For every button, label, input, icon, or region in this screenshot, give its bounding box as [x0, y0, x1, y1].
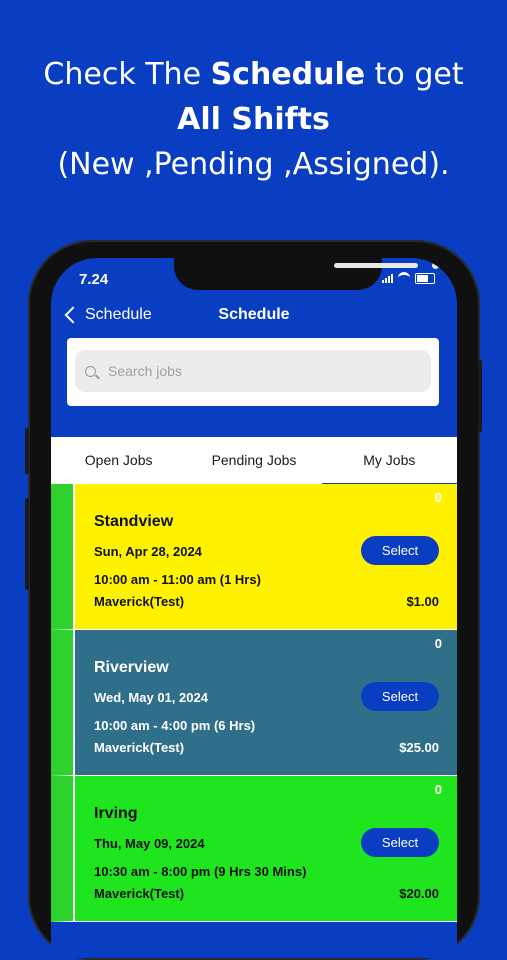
- promo-headline: Check The Schedule to get All Shifts (Ne…: [0, 52, 507, 187]
- job-card[interactable]: 0 Riverview Wed, May 01, 2024 10:00 am -…: [51, 630, 457, 776]
- job-client: Maverick(Test): [94, 740, 185, 755]
- select-button[interactable]: Select: [361, 828, 439, 857]
- speaker-icon: [334, 263, 418, 268]
- promo-line-2: All Shifts: [177, 102, 330, 137]
- status-time: 7.24: [79, 271, 109, 288]
- job-date: Wed, May 01, 2024: [94, 690, 208, 705]
- phone-side-button: [478, 360, 482, 432]
- card-divider: [73, 630, 75, 775]
- page-title: Schedule: [218, 306, 290, 323]
- job-count: 0: [434, 782, 442, 797]
- job-date: Sun, Apr 28, 2024: [94, 544, 202, 559]
- select-button[interactable]: Select: [361, 682, 439, 711]
- search-box[interactable]: [75, 350, 431, 392]
- job-client: Maverick(Test): [94, 886, 185, 901]
- phone-notch: [174, 258, 439, 290]
- status-icons: [382, 272, 435, 284]
- job-name: Riverview: [94, 659, 169, 676]
- job-client: Maverick(Test): [94, 594, 185, 609]
- job-card[interactable]: 0 Irving Thu, May 09, 2024 10:30 am - 8:…: [51, 776, 457, 922]
- job-date: Thu, May 09, 2024: [94, 836, 205, 851]
- tab-pending-jobs[interactable]: Pending Jobs: [186, 437, 321, 484]
- job-time: 10:00 am - 11:00 am (1 Hrs): [94, 572, 261, 587]
- job-name: Irving: [94, 805, 138, 822]
- tab-open-jobs[interactable]: Open Jobs: [51, 437, 186, 484]
- search-icon: [85, 365, 96, 377]
- job-name: Standview: [94, 513, 174, 530]
- job-tabs: Open Jobs Pending Jobs My Jobs: [51, 437, 457, 485]
- search-card: [67, 338, 439, 406]
- job-list: 0 Standview Sun, Apr 28, 2024 10:00 am -…: [51, 484, 457, 922]
- promo-line-3: (New ,Pending ,Assigned).: [57, 147, 450, 182]
- search-input[interactable]: [106, 362, 410, 380]
- battery-icon: [415, 272, 435, 284]
- job-time: 10:00 am - 4:00 pm (6 Hrs): [94, 718, 256, 733]
- job-count: 0: [434, 490, 442, 505]
- job-count: 0: [434, 636, 442, 651]
- phone-side-button: [25, 498, 29, 590]
- signal-icon: [382, 273, 393, 283]
- wifi-icon: [398, 272, 410, 284]
- select-button[interactable]: Select: [361, 536, 439, 565]
- job-card[interactable]: 0 Standview Sun, Apr 28, 2024 10:00 am -…: [51, 484, 457, 630]
- card-divider: [73, 484, 75, 629]
- job-price: $20.00: [399, 886, 439, 901]
- camera-icon: [432, 262, 439, 269]
- job-time: 10:30 am - 8:00 pm (9 Hrs 30 Mins): [94, 864, 307, 879]
- promo-line-1: Check The Schedule to get: [43, 57, 464, 92]
- phone-screen: 7.24 Schedule Schedule Open Jobs Pending…: [51, 258, 457, 958]
- job-price: $1.00: [406, 594, 439, 609]
- job-price: $25.00: [399, 740, 439, 755]
- tab-my-jobs[interactable]: My Jobs: [321, 437, 457, 485]
- phone-side-button: [25, 428, 29, 474]
- card-divider: [73, 776, 75, 921]
- nav-bar: Schedule Schedule: [51, 302, 457, 328]
